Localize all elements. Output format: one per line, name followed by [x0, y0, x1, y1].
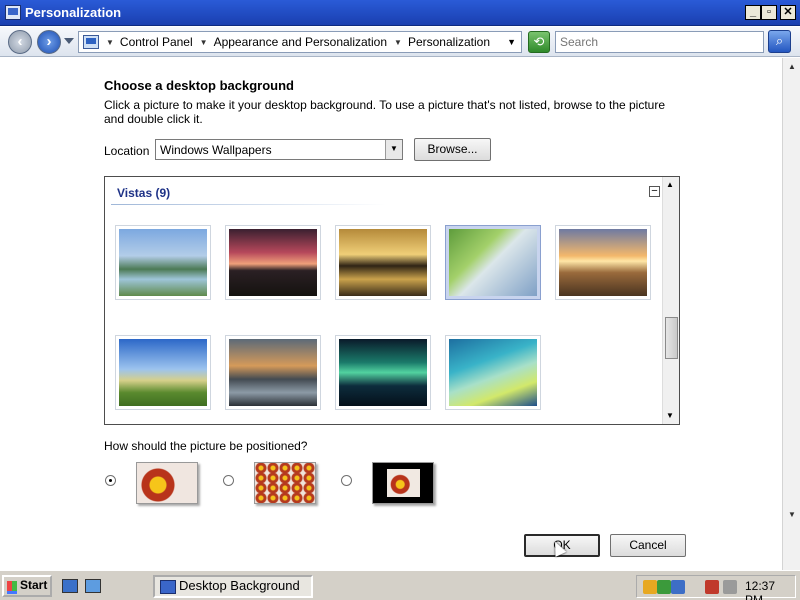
- sunset-hills-image: [229, 229, 317, 296]
- chevron-down-icon[interactable]: ▼: [200, 38, 208, 47]
- location-select[interactable]: Windows Wallpapers ▼: [155, 139, 403, 160]
- canyon-reflection-image: [229, 339, 317, 406]
- minimize-button[interactable]: _: [745, 5, 761, 20]
- scroll-down-icon[interactable]: ▼: [786, 510, 798, 522]
- page-description: Click a picture to make it your desktop …: [104, 98, 666, 126]
- switch-windows-icon[interactable]: [85, 579, 101, 593]
- collapse-group-button[interactable]: −: [649, 186, 660, 197]
- window-title: Personalization: [25, 5, 122, 20]
- wallpaper-thumbnail[interactable]: [445, 335, 541, 410]
- recent-pages-dropdown-icon[interactable]: [64, 38, 74, 44]
- wallpaper-thumbnail[interactable]: [115, 225, 211, 300]
- page-scrollbar[interactable]: ▲ ▼: [782, 58, 800, 570]
- wallpaper-thumbnail[interactable]: [335, 335, 431, 410]
- security-alert-icon[interactable]: [643, 580, 657, 594]
- palm-leaf-image: [449, 229, 537, 296]
- back-button[interactable]: ‹: [8, 30, 32, 54]
- control-panel-icon: [83, 35, 99, 49]
- location-label: Location: [104, 144, 150, 158]
- gallery-scrollbar[interactable]: ▲ ▼: [662, 177, 679, 424]
- breadcrumb-personalization[interactable]: Personalization: [408, 35, 490, 49]
- vista-aurora-image: [449, 339, 537, 406]
- wallpaper-thumbnail[interactable]: [555, 225, 651, 300]
- position-question: How should the picture be positioned?: [104, 439, 308, 453]
- wallpaper-thumbnail[interactable]: [115, 335, 211, 410]
- title-bar: Personalization _ ▫ ✕: [0, 0, 800, 26]
- scroll-thumb[interactable]: [665, 317, 678, 359]
- start-button[interactable]: Start: [2, 575, 52, 597]
- wallpaper-thumbnail-selected[interactable]: [445, 225, 541, 300]
- breadcrumb-appearance[interactable]: Appearance and Personalization: [214, 35, 387, 49]
- close-button[interactable]: ✕: [780, 5, 796, 20]
- network-icon[interactable]: [671, 580, 685, 594]
- chevron-down-icon[interactable]: ▼: [106, 38, 114, 47]
- position-tile-radio[interactable]: [223, 475, 234, 486]
- system-tray: 12:37 PM: [636, 575, 796, 600]
- forward-button[interactable]: ›: [37, 30, 61, 54]
- show-desktop-icon[interactable]: [62, 579, 78, 593]
- taskbar: Start Desktop Background 12:37 PM: [0, 570, 800, 600]
- golden-beach-image: [339, 229, 427, 296]
- personalization-app-icon: [5, 5, 21, 20]
- chevron-down-icon[interactable]: ▼: [394, 38, 402, 47]
- aurora-image: [339, 339, 427, 406]
- location-value: Windows Wallpapers: [160, 143, 272, 157]
- mountain-lake-image: [119, 229, 207, 296]
- position-fit-radio[interactable]: [105, 475, 116, 486]
- scroll-up-icon[interactable]: ▲: [666, 180, 674, 189]
- search-box[interactable]: [555, 31, 764, 53]
- browse-button[interactable]: Browse...: [414, 138, 491, 161]
- wallpaper-gallery: Vistas (9) − ▲ ▼: [104, 176, 680, 425]
- page-title: Choose a desktop background: [104, 78, 294, 93]
- meadow-sunrise-image: [559, 229, 647, 296]
- group-title: Vistas (9): [117, 186, 171, 200]
- wallpaper-thumbnail[interactable]: [225, 335, 321, 410]
- fit-to-screen-preview[interactable]: [136, 462, 198, 504]
- refresh-icon[interactable]: ⟲: [528, 31, 550, 53]
- main-content: Choose a desktop background Click a pict…: [0, 58, 782, 570]
- position-center-radio[interactable]: [341, 475, 352, 486]
- maximize-button[interactable]: ▫: [761, 5, 777, 20]
- scroll-up-icon[interactable]: ▲: [786, 62, 798, 74]
- wallpaper-thumbnail[interactable]: [225, 225, 321, 300]
- wallpaper-thumbnail[interactable]: [335, 225, 431, 300]
- address-history-dropdown-icon[interactable]: ▼: [507, 37, 516, 47]
- search-input[interactable]: [555, 31, 764, 53]
- security-center-icon[interactable]: [657, 580, 671, 594]
- center-preview[interactable]: [372, 462, 434, 504]
- tile-preview[interactable]: [254, 462, 316, 504]
- network-disconnected-icon[interactable]: [705, 580, 719, 594]
- chevron-down-icon[interactable]: ▼: [385, 140, 402, 159]
- breadcrumb-control-panel[interactable]: Control Panel: [120, 35, 193, 49]
- taskbar-item-desktop-background[interactable]: Desktop Background: [153, 575, 313, 598]
- scroll-down-icon[interactable]: ▼: [666, 411, 674, 420]
- cancel-button[interactable]: Cancel: [610, 534, 686, 557]
- green-hills-image: [119, 339, 207, 406]
- search-icon[interactable]: ⌕: [768, 30, 791, 53]
- breadcrumb[interactable]: ▼ Control Panel ▼ Appearance and Persona…: [78, 31, 522, 53]
- group-divider: [111, 204, 386, 205]
- clock[interactable]: 12:37 PM: [745, 579, 795, 600]
- volume-muted-icon[interactable]: [723, 580, 737, 594]
